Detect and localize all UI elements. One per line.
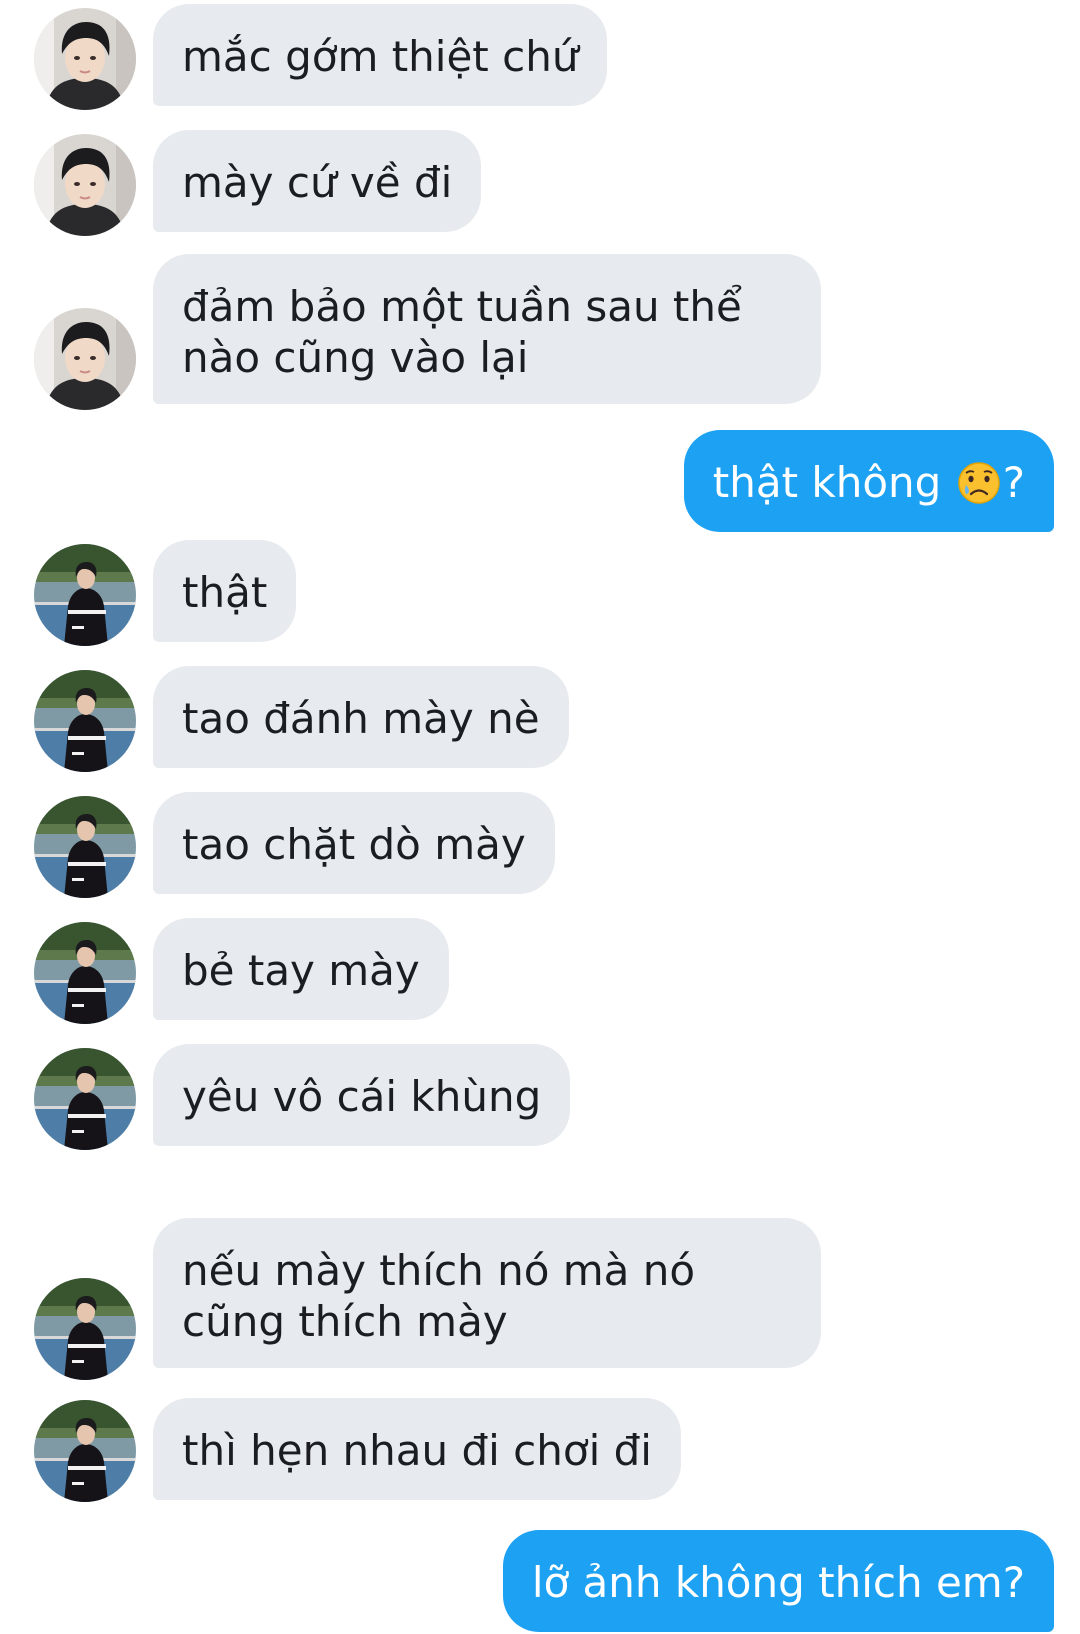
incoming-message-bubble[interactable]: yêu vô cái khùng [153,1044,571,1146]
avatar[interactable] [34,796,136,898]
message-text: thì hẹn nhau đi chơi đi [182,1426,652,1475]
message-row: thật không ? [0,430,1080,540]
message-row: bẻ tay mày [0,918,1080,1030]
avatar[interactable] [34,670,136,772]
message-row: lỡ ảnh không thích em? [0,1530,1080,1634]
message-text: đảm bảo một tuần sau thể nào cũng vào lạ… [182,282,742,382]
message-row: mắc gớm thiệt chứ [0,0,1080,112]
incoming-message-bubble[interactable]: thật [153,540,297,642]
avatar[interactable] [34,1048,136,1150]
avatar[interactable] [34,8,136,110]
incoming-message-bubble[interactable]: mày cứ về đi [153,130,482,232]
avatar[interactable] [34,1400,136,1502]
incoming-message-bubble[interactable]: thì hẹn nhau đi chơi đi [153,1398,681,1500]
message-text: lỡ ảnh không thích em? [531,1558,1025,1607]
avatar[interactable] [34,308,136,410]
message-text: thật không [712,458,942,507]
conversation-thread[interactable]: mắc gớm thiệt chứ mày cứ về đi đảm bảo m… [0,0,1080,1634]
message-row: thì hẹn nhau đi chơi đi [0,1398,1080,1510]
message-text-suffix: ? [1002,458,1025,507]
message-row: thật [0,540,1080,656]
message-text: mắc gớm thiệt chứ [182,32,579,81]
incoming-message-bubble[interactable]: mắc gớm thiệt chứ [153,4,608,106]
message-row: nếu mày thích nó mà nó cũng thích mày [0,1212,1080,1382]
incoming-message-bubble[interactable]: nếu mày thích nó mà nó cũng thích mày [153,1218,821,1368]
outgoing-message-bubble[interactable]: thật không ? [683,430,1054,532]
message-row: tao chặt dò mày [0,792,1080,906]
outgoing-message-bubble[interactable]: lỡ ảnh không thích em? [502,1530,1054,1632]
incoming-message-bubble[interactable]: đảm bảo một tuần sau thể nào cũng vào lạ… [153,254,821,404]
message-text: tao đánh mày nè [182,694,540,743]
message-row: đảm bảo một tuần sau thể nào cũng vào lạ… [0,254,1080,424]
message-text: tao chặt dò mày [182,820,526,869]
incoming-message-bubble[interactable]: bẻ tay mày [153,918,449,1020]
message-text: mày cứ về đi [182,158,453,207]
avatar[interactable] [34,134,136,236]
message-text: thật [182,568,268,617]
incoming-message-bubble[interactable]: tao đánh mày nè [153,666,569,768]
incoming-message-bubble[interactable]: tao chặt dò mày [153,792,555,894]
message-row: mày cứ về đi [0,128,1080,240]
message-row: yêu vô cái khùng [0,1044,1080,1156]
message-text: nếu mày thích nó mà nó cũng thích mày [182,1246,696,1346]
message-text: yêu vô cái khùng [182,1072,542,1121]
crying-face-emoji-icon [957,461,1001,505]
avatar[interactable] [34,1278,136,1380]
message-row: tao đánh mày nè [0,666,1080,780]
message-text: bẻ tay mày [182,946,420,995]
avatar[interactable] [34,544,136,646]
avatar[interactable] [34,922,136,1024]
